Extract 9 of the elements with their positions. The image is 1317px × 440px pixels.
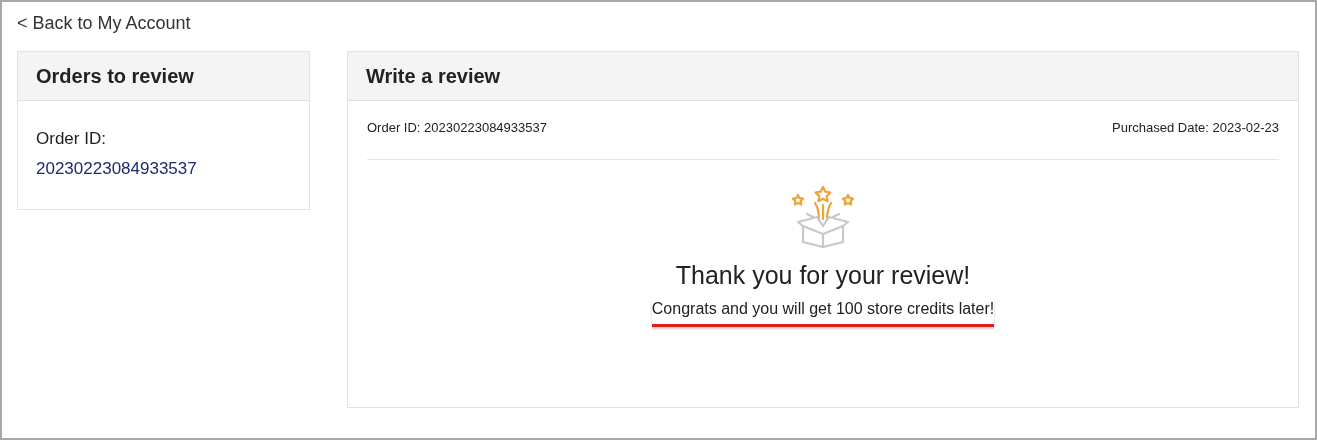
order-id-text: Order ID: 20230223084933537: [367, 120, 547, 135]
credits-message: Congrats and you will get 100 store credits later!: [651, 300, 995, 327]
purchased-date-text: Purchased Date: 2023-02-23: [1112, 120, 1279, 135]
order-id-label: Order ID:: [36, 129, 106, 149]
thank-you-heading: Thank you for your review!: [675, 261, 971, 290]
panel-title: Orders to review: [36, 64, 194, 88]
order-id-link[interactable]: 20230223084933537: [36, 159, 197, 179]
back-link[interactable]: < Back to My Account: [17, 12, 191, 34]
panel-title: Write a review: [366, 64, 501, 88]
